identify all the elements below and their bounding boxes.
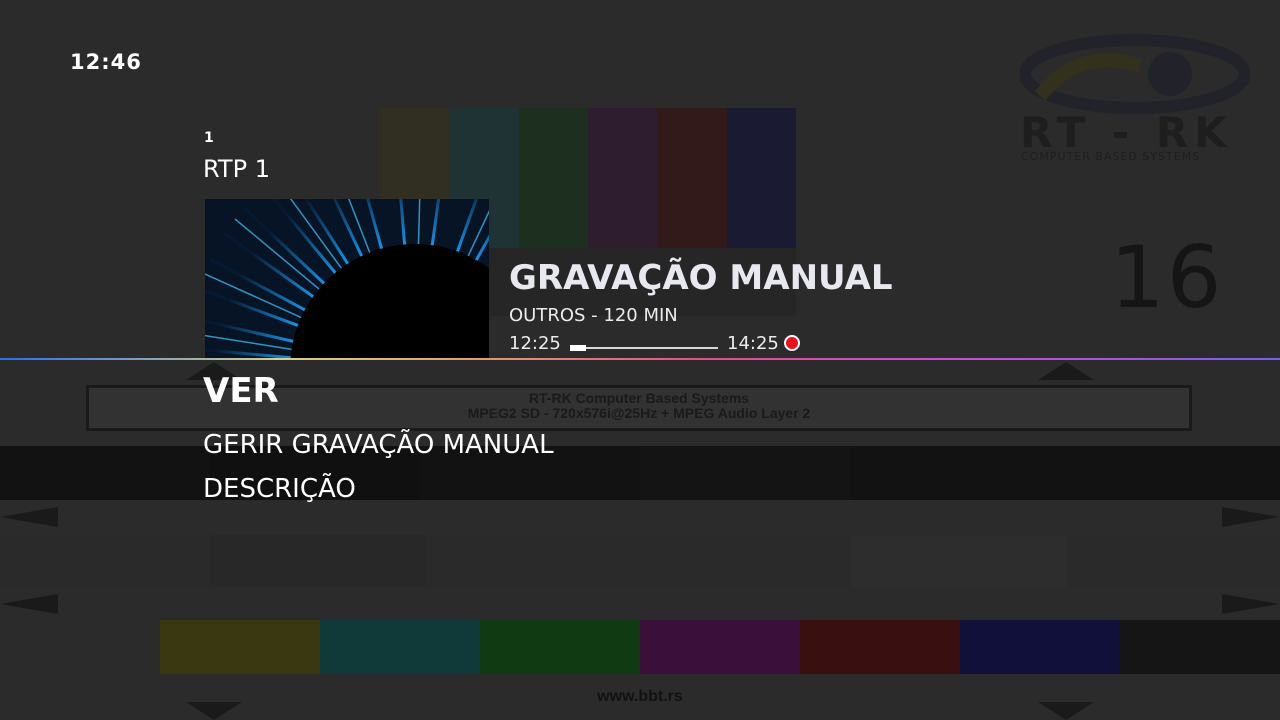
logo-subtext: COMPUTER BASED SYSTEMS xyxy=(1021,150,1201,163)
color-bar xyxy=(160,620,320,674)
program-end-time: 14:25 xyxy=(727,333,779,354)
record-dot-icon xyxy=(784,335,800,351)
gradient-step xyxy=(640,446,850,500)
triangle-up-icon xyxy=(1038,362,1094,380)
color-bar xyxy=(960,620,1120,674)
gradient-step xyxy=(210,535,426,587)
program-title: GRAVAÇÃO MANUAL xyxy=(509,258,893,298)
channel-number: 1 xyxy=(204,130,214,146)
program-genre-duration: OUTROS - 120 MIN xyxy=(509,305,678,326)
color-bar xyxy=(587,108,658,248)
clock: 12:46 xyxy=(70,50,142,74)
test-card-dark-band xyxy=(0,446,1280,500)
menu-item-descricao[interactable]: DESCRIÇÃO xyxy=(203,474,356,504)
triangle-right-icon xyxy=(1222,594,1280,614)
menu-item-gerir-gravacao-manual[interactable]: GERIR GRAVAÇÃO MANUAL xyxy=(203,430,554,460)
color-bar xyxy=(480,620,640,674)
program-thumbnail xyxy=(205,199,489,359)
triangle-left-icon xyxy=(0,594,58,614)
test-card-number: 16 xyxy=(1110,228,1224,328)
test-card-gray-band xyxy=(0,535,1280,587)
menu-item-ver[interactable]: VER xyxy=(203,371,279,411)
triangle-right-icon xyxy=(1222,507,1280,527)
channel-name: RTP 1 xyxy=(203,155,270,183)
background-test-card: RT - RK COMPUTER BASED SYSTEMS 16 RT-RK … xyxy=(0,0,1280,720)
program-progress-fill xyxy=(570,345,587,351)
color-bar xyxy=(657,108,727,248)
program-thumbnail-image xyxy=(205,199,489,359)
color-bar xyxy=(1120,620,1280,674)
rainbow-divider xyxy=(0,358,1280,360)
triangle-left-icon xyxy=(0,507,58,527)
test-card-url: www.bbt.rs xyxy=(597,688,683,705)
program-progress-bar xyxy=(570,345,718,351)
color-bar xyxy=(640,620,800,674)
color-bar xyxy=(518,108,588,248)
program-start-time: 12:25 xyxy=(509,333,561,354)
color-bar xyxy=(726,108,796,248)
color-bar xyxy=(800,620,960,674)
test-card-bottom-color-bars xyxy=(160,620,1280,674)
gradient-step xyxy=(850,535,1066,587)
color-bar xyxy=(320,620,480,674)
